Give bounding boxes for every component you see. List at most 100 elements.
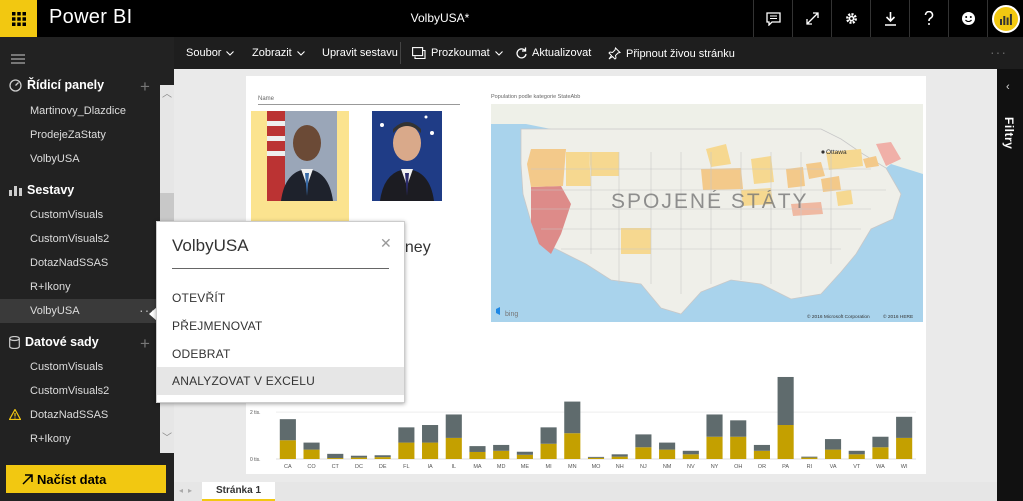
dataset-item[interactable]: CustomVisuals2 xyxy=(30,385,109,397)
bar-segment[interactable] xyxy=(753,444,770,451)
dataset-item-warning[interactable]: DotazNadSSAS xyxy=(30,409,108,421)
bar-segment[interactable] xyxy=(730,420,747,437)
bar-segment[interactable] xyxy=(801,456,818,458)
bar-segment[interactable] xyxy=(753,450,770,459)
scroll-up-icon[interactable]: ︿ xyxy=(162,85,172,100)
help-button[interactable] xyxy=(909,0,948,37)
menu-item-analyze-in-excel[interactable]: ANALYZOVAT V EXCELU xyxy=(157,367,404,395)
dashboard-item[interactable]: Martinovy_Dlazdice xyxy=(30,105,126,117)
bar-segment[interactable] xyxy=(659,442,676,450)
explore-menu[interactable]: Prozkoumat xyxy=(412,47,508,59)
bar-segment[interactable] xyxy=(279,440,296,459)
candidate-photo-1[interactable] xyxy=(251,111,349,229)
bar-segment[interactable] xyxy=(564,401,581,434)
bar-segment[interactable] xyxy=(493,450,510,459)
bar-segment[interactable] xyxy=(493,444,510,451)
bar-segment[interactable] xyxy=(730,436,747,459)
edit-report-button[interactable]: Upravit sestavu xyxy=(322,47,398,59)
bar-segment[interactable] xyxy=(587,457,605,459)
bar-segment[interactable] xyxy=(635,447,652,459)
bar-segment[interactable] xyxy=(872,447,889,459)
settings-button[interactable] xyxy=(831,0,870,37)
bar-segment[interactable] xyxy=(469,451,486,459)
page-tab[interactable]: Stránka 1 xyxy=(202,482,275,501)
bar-segment[interactable] xyxy=(824,439,842,450)
candidate-photo-2[interactable] xyxy=(360,111,458,229)
bar-segment[interactable] xyxy=(303,449,320,459)
bar-segment[interactable] xyxy=(516,454,533,459)
bar-segment[interactable] xyxy=(659,449,676,459)
bar-segment[interactable] xyxy=(374,455,391,458)
section-reports[interactable]: Sestavy xyxy=(9,183,74,197)
bar-segment[interactable] xyxy=(327,453,344,459)
report-item[interactable]: CustomVisuals2 xyxy=(30,233,109,245)
dataset-item[interactable]: CustomVisuals xyxy=(30,361,103,373)
bar-segment[interactable] xyxy=(350,455,368,458)
bar-segment[interactable] xyxy=(445,437,462,459)
bar-segment[interactable] xyxy=(564,433,581,459)
bar-segment[interactable] xyxy=(872,436,889,448)
page-nav-arrows[interactable]: ◂▸ xyxy=(179,486,197,495)
file-menu[interactable]: Soubor xyxy=(186,47,239,59)
view-menu[interactable]: Zobrazit xyxy=(252,47,310,59)
report-item-selected[interactable]: VolbyUSA xyxy=(30,305,80,317)
bar-segment[interactable] xyxy=(540,427,557,444)
chevron-left-icon[interactable]: ‹ xyxy=(1006,81,1010,93)
bar-segment[interactable] xyxy=(635,434,652,448)
close-icon[interactable]: ✕ xyxy=(380,235,392,252)
bar-segment[interactable] xyxy=(587,456,605,458)
bar-segment[interactable] xyxy=(398,442,415,459)
bar-segment[interactable] xyxy=(801,457,818,459)
bar-segment[interactable] xyxy=(706,436,723,459)
dashboard-item[interactable]: VolbyUSA xyxy=(30,153,80,165)
toolbar-more-icon[interactable]: ··· xyxy=(990,44,1007,60)
refresh-button[interactable]: Aktualizovat xyxy=(516,47,591,59)
bar-segment[interactable] xyxy=(422,425,439,443)
bar-segment[interactable] xyxy=(422,442,439,459)
menu-item-rename[interactable]: PŘEJMENOVAT xyxy=(157,312,404,340)
fullscreen-button[interactable] xyxy=(792,0,831,37)
bar-segment[interactable] xyxy=(848,454,865,459)
bar-segment[interactable] xyxy=(374,457,391,459)
comment-button[interactable] xyxy=(753,0,792,37)
hamburger-menu-icon[interactable] xyxy=(11,54,25,64)
bar-segment[interactable] xyxy=(682,454,699,459)
filled-map-visual[interactable]: SPOJENÉ STÁTY Ottawa bing © 2016 Microso… xyxy=(491,104,923,322)
bar-segment[interactable] xyxy=(350,457,368,459)
bar-segment[interactable] xyxy=(540,443,557,459)
bar-segment[interactable] xyxy=(279,419,296,441)
section-dashboards[interactable]: Řídicí panely xyxy=(9,78,104,92)
bar-segment[interactable] xyxy=(824,449,842,459)
bar-segment[interactable] xyxy=(896,437,913,459)
bar-segment[interactable] xyxy=(896,416,913,438)
load-data-button[interactable]: Načíst data xyxy=(6,465,166,493)
dashboard-item[interactable]: ProdejeZaStaty xyxy=(30,129,106,141)
menu-item-open[interactable]: OTEVŘÍT xyxy=(157,284,404,312)
report-item[interactable]: CustomVisuals xyxy=(30,209,103,221)
section-datasets[interactable]: Datové sady xyxy=(9,335,99,349)
bar-segment[interactable] xyxy=(777,425,794,459)
download-button[interactable] xyxy=(870,0,909,37)
bar-segment[interactable] xyxy=(469,446,486,452)
add-dataset-button[interactable]: + xyxy=(140,335,150,352)
menu-item-remove[interactable]: ODEBRAT xyxy=(157,340,404,368)
bar-segment[interactable] xyxy=(303,442,320,450)
bar-segment[interactable] xyxy=(848,450,865,455)
bar-segment[interactable] xyxy=(327,458,344,459)
bar-segment[interactable] xyxy=(611,456,628,459)
bar-segment[interactable] xyxy=(398,427,415,443)
bar-segment[interactable] xyxy=(777,376,794,426)
report-item[interactable]: DotazNadSSAS xyxy=(30,257,108,269)
user-avatar-button[interactable] xyxy=(987,0,1023,37)
bar-segment[interactable] xyxy=(516,451,533,455)
add-dashboard-button[interactable]: + xyxy=(140,78,150,95)
bar-segment[interactable] xyxy=(706,414,723,437)
filters-pane[interactable]: ‹ Filtry xyxy=(997,69,1023,501)
feedback-button[interactable] xyxy=(948,0,987,37)
bar-segment[interactable] xyxy=(611,454,628,457)
report-item[interactable]: R+Ikony xyxy=(30,281,71,293)
dataset-item[interactable]: R+Ikony xyxy=(30,433,71,445)
scroll-down-icon[interactable]: ﹀ xyxy=(162,429,172,444)
bar-segment[interactable] xyxy=(445,414,462,438)
pin-live-page-button[interactable]: Připnout živou stránku xyxy=(608,47,735,60)
